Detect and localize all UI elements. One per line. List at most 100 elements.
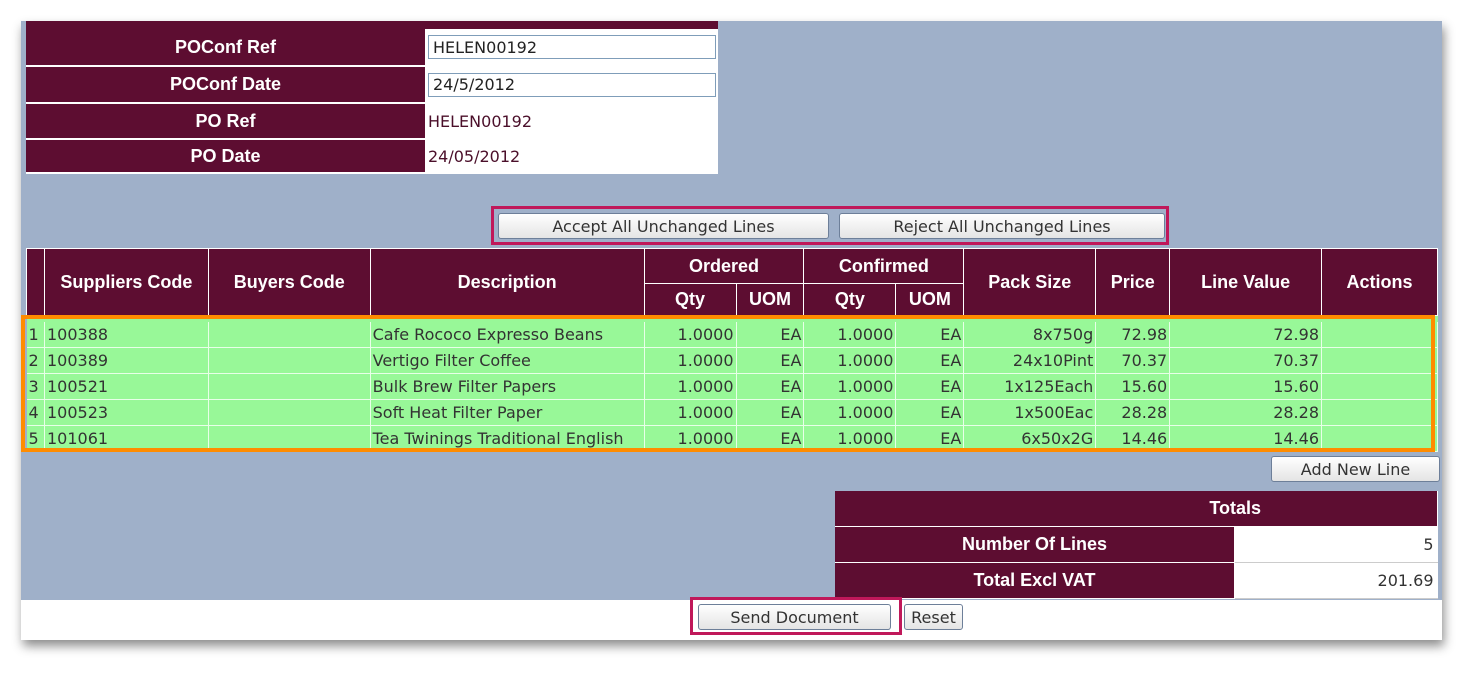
row-number: 5 [26,425,45,452]
actions-cell[interactable] [1321,322,1438,348]
confirmed-qty-cell: 1.0000 [803,322,897,348]
buyer-code-cell [208,373,371,400]
ordered-uom-cell: EA [736,347,805,374]
po-ref-value: HELEN00192 [425,103,718,140]
poconf-date-label: POConf Date [26,66,426,104]
order-lines-table: Suppliers Code Buyers Code Description O… [26,248,1438,452]
confirmed-header: Confirmed [803,248,965,284]
description-header: Description [369,248,645,316]
table-row[interactable]: 2 100389 Vertigo Filter Coffee 1.0000 EA… [26,347,1438,374]
accept-all-unchanged-lines-button[interactable]: Accept All Unchanged Lines [498,213,829,239]
ordered-uom-cell: EA [736,373,805,400]
buyers-code-header: Buyers Code [207,248,371,316]
row-number: 2 [26,347,45,374]
row-number: 4 [26,399,45,426]
confirmed-qty-header: Qty [803,283,897,316]
row-number-header [26,248,45,316]
header-top-strip [26,21,718,29]
row-number: 1 [26,322,45,348]
po-confirmation-panel: POConf Ref POConf Date PO Ref HELEN00192… [21,21,1442,640]
poconf-ref-label: POConf Ref [26,29,426,67]
ordered-qty-cell: 1.0000 [644,425,737,452]
add-new-line-button[interactable]: Add New Line [1271,456,1440,482]
table-row[interactable]: 1 100388 Cafe Rococo Expresso Beans 1.00… [26,322,1438,348]
price-cell: 15.60 [1095,373,1171,400]
number-of-lines-label: Number Of Lines [835,526,1235,563]
buyer-code-cell [208,425,371,452]
poconf-ref-input[interactable] [428,35,716,59]
supplier-code-cell: 100388 [44,322,209,348]
po-date-label: PO Date [26,139,426,174]
price-cell: 70.37 [1095,347,1171,374]
supplier-code-cell: 100523 [44,399,209,426]
supplier-code-cell: 100389 [44,347,209,374]
pack-size-header: Pack Size [963,248,1097,316]
ordered-qty-cell: 1.0000 [644,373,737,400]
actions-cell[interactable] [1321,373,1438,400]
confirmed-uom-header: UOM [895,283,965,316]
total-excl-vat-value: 201.69 [1234,562,1438,599]
supplier-code-cell: 100521 [44,373,209,400]
row-number: 3 [26,373,45,400]
description-cell: Soft Heat Filter Paper [370,399,645,426]
actions-cell[interactable] [1321,425,1438,452]
confirmed-uom-cell: EA [895,399,965,426]
ordered-qty-cell: 1.0000 [644,399,737,426]
ordered-uom-cell: EA [736,425,805,452]
actions-cell[interactable] [1321,399,1438,426]
pack-size-cell: 1x500Eac [963,399,1097,426]
pack-size-cell: 6x50x2G [963,425,1097,452]
confirmed-qty-cell: 1.0000 [803,425,897,452]
confirmed-qty-cell: 1.0000 [803,373,897,400]
price-cell: 72.98 [1095,322,1171,348]
po-header-table: POConf Ref POConf Date PO Ref HELEN00192… [26,29,718,174]
actions-header: Actions [1321,248,1438,316]
send-document-button[interactable]: Send Document [698,604,891,630]
table-row[interactable]: 3 100521 Bulk Brew Filter Papers 1.0000 … [26,373,1438,400]
buyer-code-cell [208,322,371,348]
price-header: Price [1095,248,1171,316]
ordered-qty-cell: 1.0000 [644,322,737,348]
description-cell: Cafe Rococo Expresso Beans [370,322,645,348]
line-value-cell: 28.28 [1169,399,1322,426]
description-cell: Bulk Brew Filter Papers [370,373,645,400]
buyer-code-cell [208,347,371,374]
confirmed-uom-cell: EA [895,425,965,452]
totals-title: Totals [835,491,1438,527]
table-row[interactable]: 5 101061 Tea Twinings Traditional Englis… [26,425,1438,452]
supplier-code-cell: 101061 [44,425,209,452]
line-value-cell: 72.98 [1169,322,1322,348]
totals-table: Totals Number Of Lines 5 Total Excl VAT … [835,491,1438,599]
suppliers-code-header: Suppliers Code [43,248,209,316]
reject-all-unchanged-lines-button[interactable]: Reject All Unchanged Lines [839,213,1165,239]
description-cell: Tea Twinings Traditional English [370,425,645,452]
ordered-uom-cell: EA [736,399,805,426]
pack-size-cell: 8x750g [963,322,1097,348]
confirmed-qty-cell: 1.0000 [803,399,897,426]
ordered-header: Ordered [643,248,805,284]
pack-size-cell: 24x10Pint [963,347,1097,374]
po-date-value: 24/05/2012 [425,139,718,174]
line-value-cell: 14.46 [1169,425,1322,452]
number-of-lines-value: 5 [1234,526,1438,563]
po-ref-label: PO Ref [26,103,426,140]
total-excl-vat-label: Total Excl VAT [835,562,1235,599]
description-cell: Vertigo Filter Coffee [370,347,645,374]
ordered-qty-cell: 1.0000 [644,347,737,374]
confirmed-qty-cell: 1.0000 [803,347,897,374]
reset-button[interactable]: Reset [904,604,963,630]
line-value-header: Line Value [1169,248,1322,316]
price-cell: 28.28 [1095,399,1171,426]
poconf-date-input[interactable] [428,72,716,97]
table-row[interactable]: 4 100523 Soft Heat Filter Paper 1.0000 E… [26,399,1438,426]
confirmed-uom-cell: EA [895,322,965,348]
pack-size-cell: 1x125Each [963,373,1097,400]
actions-cell[interactable] [1321,347,1438,374]
confirmed-uom-cell: EA [895,347,965,374]
line-value-cell: 15.60 [1169,373,1322,400]
confirmed-uom-cell: EA [895,373,965,400]
ordered-qty-header: Qty [643,283,737,316]
ordered-uom-cell: EA [736,322,805,348]
line-value-cell: 70.37 [1169,347,1322,374]
price-cell: 14.46 [1095,425,1171,452]
